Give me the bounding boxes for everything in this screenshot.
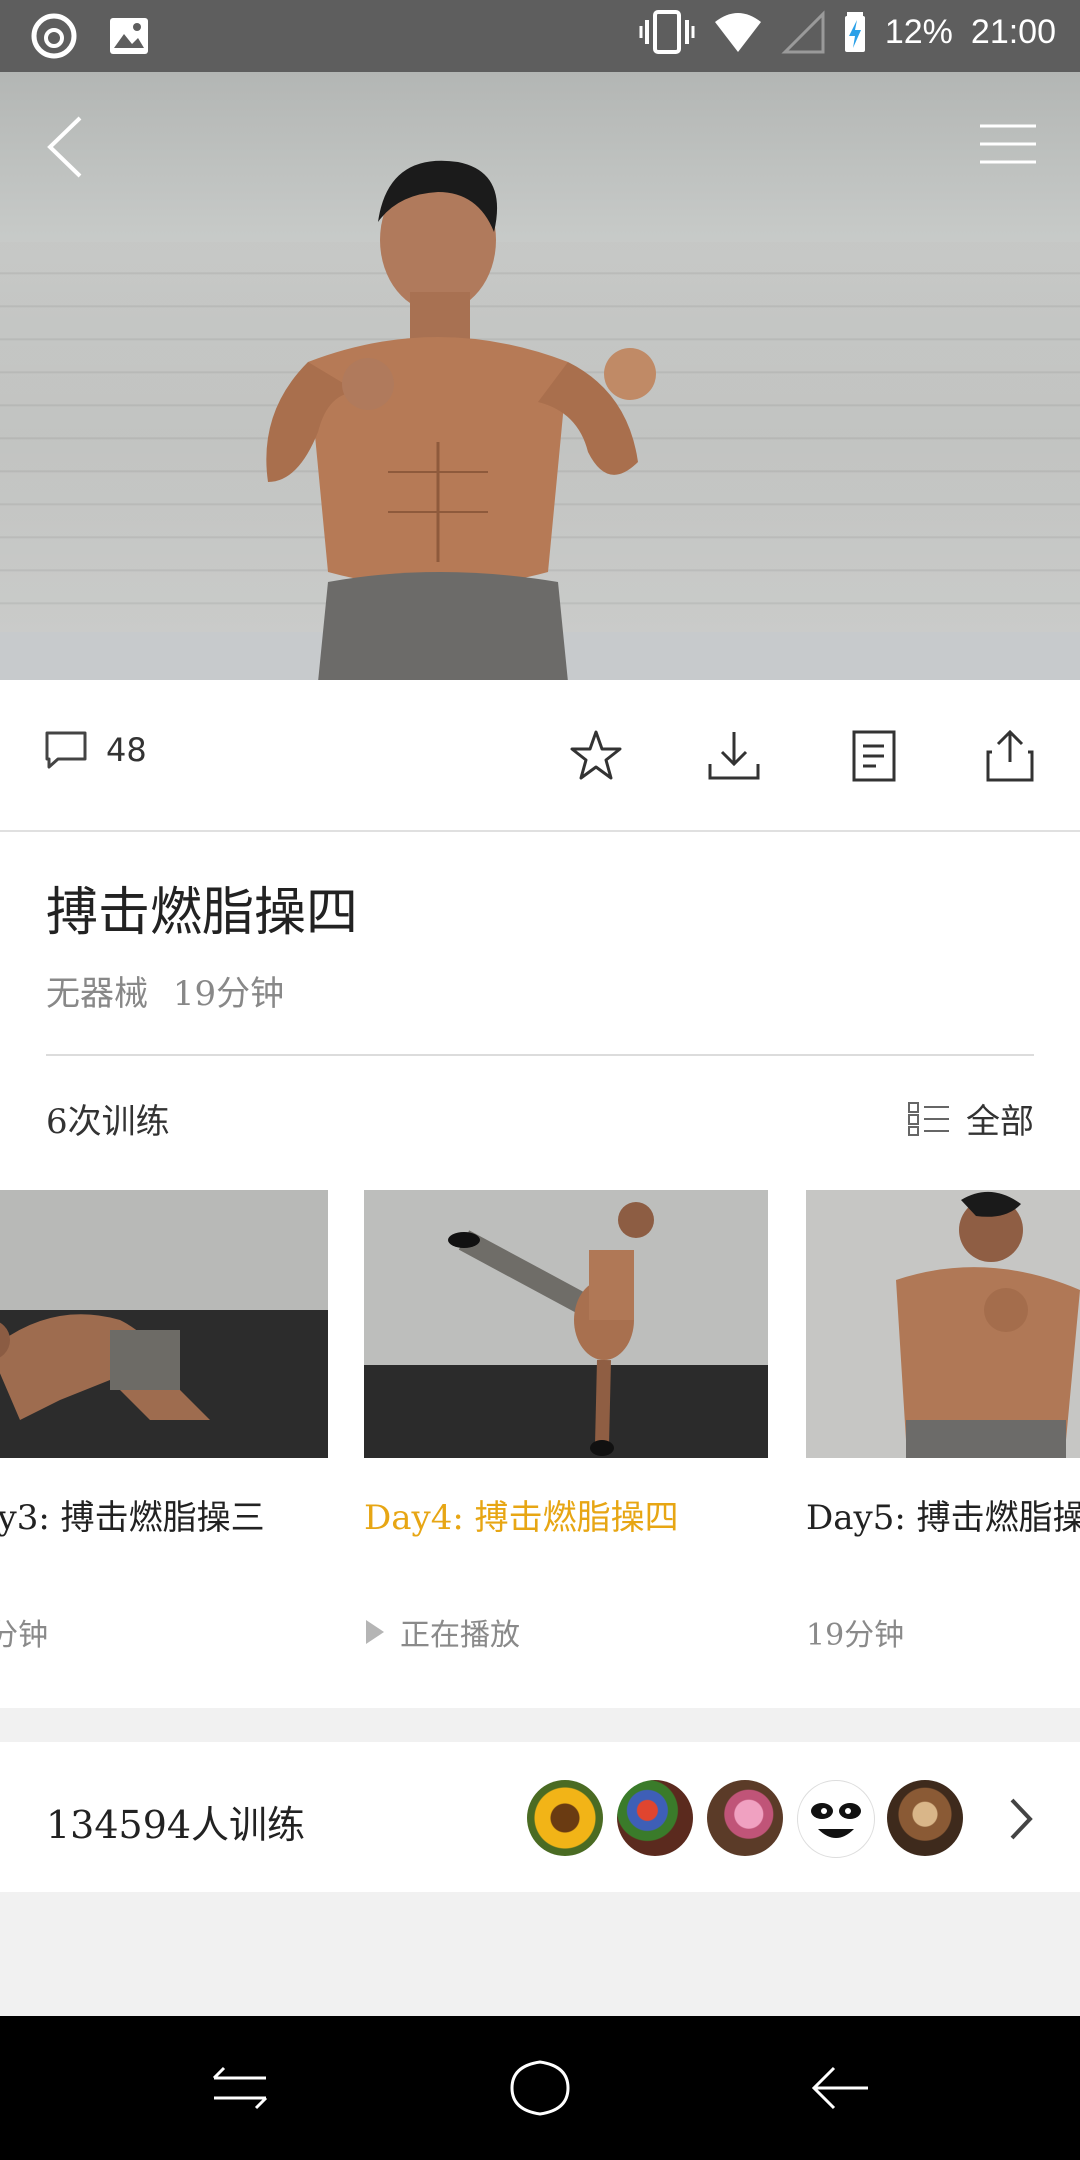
session-thumbnail — [806, 1190, 1080, 1458]
panda-avatar-icon — [811, 1803, 861, 1838]
back-icon[interactable] — [808, 2058, 872, 2118]
back-chevron-icon[interactable] — [36, 112, 96, 182]
session-subtitle: 19分钟 — [806, 1618, 905, 1653]
recent-apps-icon[interactable] — [208, 2058, 272, 2118]
gallery-icon — [110, 18, 148, 54]
avatar[interactable] — [527, 1780, 603, 1856]
duration-label: 19分钟 — [172, 974, 285, 1014]
star-icon[interactable] — [568, 728, 624, 784]
equipment-label: 无器械 — [46, 974, 148, 1014]
session-thumbnail — [0, 1190, 328, 1458]
session-status-label: 正在播放 — [400, 1618, 520, 1653]
session-title-active: Day4: 搏击燃脂操四 — [364, 1498, 679, 1538]
list-icon — [908, 1101, 949, 1136]
divider — [46, 1054, 1034, 1056]
session-card-day3[interactable]: Day3: 搏击燃脂操三 19分钟 — [0, 1190, 328, 1660]
netease-music-icon — [31, 13, 77, 59]
session-status: 正在播放 — [364, 1610, 520, 1654]
session-thumbnail — [364, 1190, 768, 1458]
view-all-button[interactable]: 全部 — [908, 1094, 1034, 1143]
session-card-day5[interactable]: Day5: 搏击燃脂操五 19分钟 — [806, 1190, 1080, 1660]
sessions-count: 6次训练 — [46, 1102, 170, 1142]
comment-button[interactable]: 48 — [44, 730, 147, 770]
session-title: Day5: 搏击燃脂操五 — [806, 1498, 1080, 1538]
trainer-figure — [266, 160, 656, 680]
avatar[interactable] — [887, 1780, 963, 1856]
action-bar: 48 — [0, 680, 1080, 832]
system-nav-bar — [0, 2016, 1080, 2160]
battery-icon — [844, 12, 865, 52]
trainees-row[interactable]: 134594人训练 — [0, 1742, 1080, 1892]
avatar[interactable] — [797, 1780, 875, 1858]
trainees-count: 134594人训练 — [46, 1803, 306, 1847]
video-player[interactable] — [0, 72, 1080, 680]
session-title: Day3: 搏击燃脂操三 — [0, 1498, 265, 1538]
clock: 21:00 — [970, 12, 1056, 51]
comment-count: 48 — [106, 731, 147, 769]
menu-icon[interactable] — [976, 120, 1040, 170]
avatar[interactable] — [617, 1780, 693, 1856]
download-icon[interactable] — [706, 728, 762, 784]
home-icon[interactable] — [508, 2058, 572, 2118]
chevron-right-icon[interactable] — [1006, 1796, 1036, 1842]
workout-info: 搏击燃脂操四 无器械 19分钟 6次训练 全部 Day3: 搏击燃脂操三 — [0, 832, 1080, 1708]
play-icon — [366, 1620, 384, 1644]
session-card-day4[interactable]: Day4: 搏击燃脂操四 正在播放 — [364, 1190, 768, 1660]
avatar[interactable] — [707, 1780, 783, 1856]
wifi-icon — [714, 13, 761, 52]
comment-icon — [45, 731, 87, 769]
vibrate-icon — [639, 10, 695, 54]
session-subtitle: 19分钟 — [0, 1618, 49, 1653]
workout-title: 搏击燃脂操四 — [46, 883, 359, 943]
workout-meta: 无器械 19分钟 — [46, 966, 284, 1015]
document-icon[interactable] — [846, 728, 902, 784]
view-all-label: 全部 — [966, 1102, 1034, 1142]
signal-icon — [781, 10, 825, 54]
share-icon[interactable] — [982, 728, 1038, 784]
battery-percent: 12% — [884, 12, 953, 51]
status-bar: 12% 21:00 — [0, 0, 1080, 72]
